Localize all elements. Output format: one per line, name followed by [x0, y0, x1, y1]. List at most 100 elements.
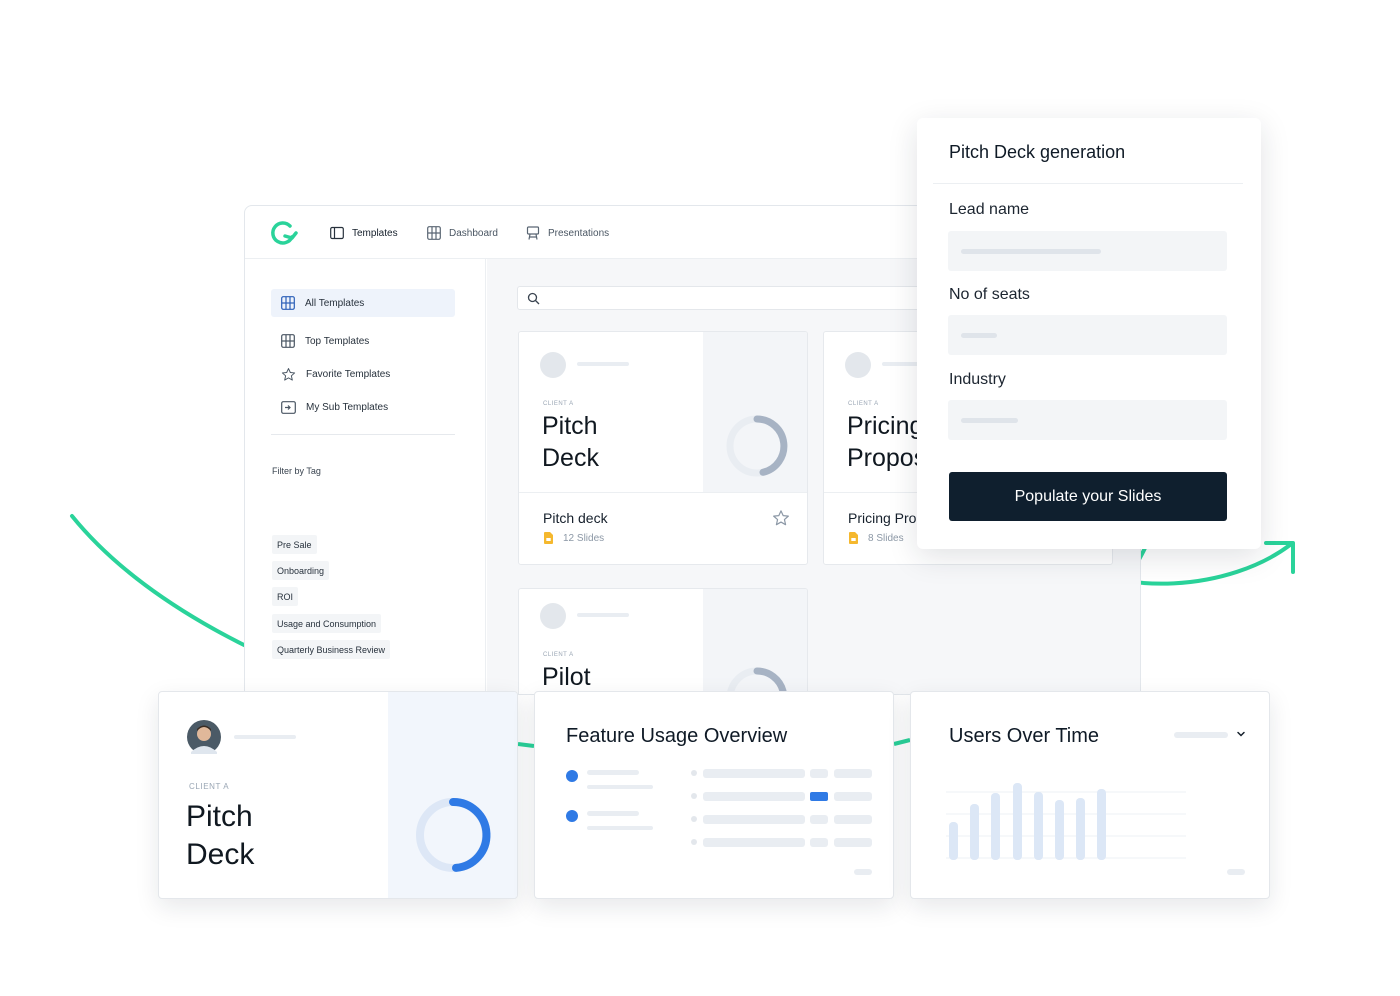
sidebar-item-label: Favorite Templates	[306, 368, 391, 380]
donut-chart-icon	[416, 797, 491, 872]
client-label: CLIENT A	[189, 782, 230, 791]
highlight-bar	[810, 792, 828, 801]
sidebar-item-all-templates[interactable]: All Templates	[271, 289, 455, 317]
placeholder-line	[587, 826, 653, 830]
card-title: Pitch Deck	[542, 410, 599, 474]
pitch-deck-generation-panel: Pitch Deck generation Lead name No of se…	[917, 118, 1261, 549]
bar-placeholder	[834, 838, 872, 847]
slides-file-icon	[544, 532, 553, 544]
client-label: CLIENT A	[848, 401, 879, 407]
row-bullet	[691, 839, 697, 845]
nav-presentations-label: Presentations	[548, 227, 610, 239]
dashboard-grid-icon	[427, 226, 441, 240]
card-meta: 12 Slides	[544, 532, 604, 544]
placeholder-line	[577, 613, 629, 617]
card-title-line1: Pilot	[542, 663, 591, 691]
pagination-placeholder	[854, 869, 872, 875]
card-title-line1: Pitch	[542, 412, 598, 440]
panel-title: Pitch Deck generation	[949, 142, 1126, 162]
bar-placeholder	[834, 792, 872, 801]
client-label: CLIENT A	[543, 401, 574, 407]
search-input[interactable]	[517, 286, 937, 310]
legend-dot	[566, 810, 578, 822]
card-title-line2: Deck	[542, 444, 599, 472]
grid-icon	[281, 334, 295, 348]
pagination-placeholder	[1227, 869, 1245, 875]
bar-placeholder	[810, 815, 828, 824]
card-title: Pricing Propos	[847, 410, 926, 474]
industry-field[interactable]	[948, 400, 1227, 440]
sidebar-item-my-sub-templates[interactable]: My Sub Templates	[271, 393, 455, 421]
row-bullet	[691, 793, 697, 799]
range-select[interactable]	[1174, 732, 1228, 738]
nav-presentations[interactable]: Presentations	[526, 224, 609, 242]
placeholder-line	[587, 811, 639, 816]
card-title-line2: Deck	[186, 838, 255, 871]
placeholder-line	[234, 735, 296, 739]
chevron-down-icon[interactable]	[1236, 729, 1246, 739]
placeholder-line	[961, 418, 1018, 423]
row-bullet	[691, 770, 697, 776]
tag-usage-and-consumption[interactable]: Usage and Consumption	[272, 614, 382, 633]
bar-placeholder	[834, 815, 872, 824]
template-card-pilot[interactable]: CLIENT A Pilot	[518, 588, 808, 694]
users-over-time-card[interactable]: Users Over Time	[910, 691, 1270, 899]
sidebar-panel-icon	[330, 226, 344, 240]
logo-icon	[271, 221, 298, 245]
tag-onboarding[interactable]: Onboarding	[272, 561, 330, 580]
populate-slides-button[interactable]: Populate your Slides	[949, 472, 1227, 521]
placeholder-line	[577, 362, 629, 366]
seats-field[interactable]	[948, 315, 1227, 355]
bar-placeholder	[703, 838, 805, 847]
sidebar: All Templates Top Templates Favorite Tem…	[245, 259, 486, 694]
card-title-line2: Propos	[847, 444, 927, 472]
feature-usage-card[interactable]: Feature Usage Overview	[534, 691, 894, 899]
nav-templates[interactable]: Templates	[330, 224, 398, 242]
favorite-star-icon[interactable]	[772, 509, 790, 527]
filter-heading: Filter by Tag	[272, 466, 321, 476]
card-divider	[519, 492, 807, 493]
card-name: Pricing Pro	[848, 510, 917, 526]
template-card-pitch-deck[interactable]: CLIENT A Pitch Deck Pitch deck 12 Slides	[518, 331, 808, 565]
sidebar-item-label: Top Templates	[305, 335, 370, 347]
slides-file-icon	[849, 532, 858, 544]
card-name: Pitch deck	[543, 510, 608, 526]
industry-label: Industry	[949, 371, 1006, 388]
pitch-deck-preview-card[interactable]: CLIENT A Pitch Deck	[158, 691, 518, 899]
sidebar-item-label: My Sub Templates	[306, 401, 389, 413]
bar-placeholder	[834, 769, 872, 778]
seats-label: No of seats	[949, 286, 1030, 303]
avatar	[540, 603, 566, 629]
card-title-line1: Pitch	[186, 800, 253, 833]
legend-dot	[566, 770, 578, 782]
nav-templates-label: Templates	[352, 227, 398, 239]
sidebar-item-top-templates[interactable]: Top Templates	[271, 327, 455, 355]
avatar	[540, 352, 566, 378]
feature-usage-title: Feature Usage Overview	[566, 725, 788, 747]
panel-divider	[933, 183, 1243, 184]
user-avatar	[187, 720, 221, 754]
tag-roi[interactable]: ROI	[272, 587, 299, 606]
placeholder-line	[961, 333, 997, 338]
card-title: Pitch Deck	[186, 798, 254, 874]
placeholder-line	[587, 770, 639, 775]
slides-count: 12 Slides	[563, 532, 605, 544]
avatar	[845, 352, 871, 378]
card-title-line1: Pricing	[847, 412, 924, 440]
lead-name-label: Lead name	[949, 201, 1030, 218]
sidebar-item-favorite-templates[interactable]: Favorite Templates	[271, 360, 455, 388]
lead-name-field[interactable]	[948, 231, 1227, 271]
nav-dashboard[interactable]: Dashboard	[427, 224, 498, 242]
row-bullet	[691, 816, 697, 822]
grid-icon	[281, 296, 295, 310]
sub-template-icon	[281, 400, 296, 414]
donut-chart-icon	[726, 415, 788, 477]
tag-pre-sale[interactable]: Pre Sale	[272, 535, 317, 554]
bar-placeholder	[810, 769, 828, 778]
tag-quarterly-business-review[interactable]: Quarterly Business Review	[272, 640, 391, 659]
bar-placeholder	[703, 815, 805, 824]
star-icon	[281, 367, 296, 381]
presentation-easel-icon	[526, 226, 540, 240]
card-title: Pilot	[542, 661, 591, 693]
slides-count: 8 Slides	[868, 532, 904, 544]
